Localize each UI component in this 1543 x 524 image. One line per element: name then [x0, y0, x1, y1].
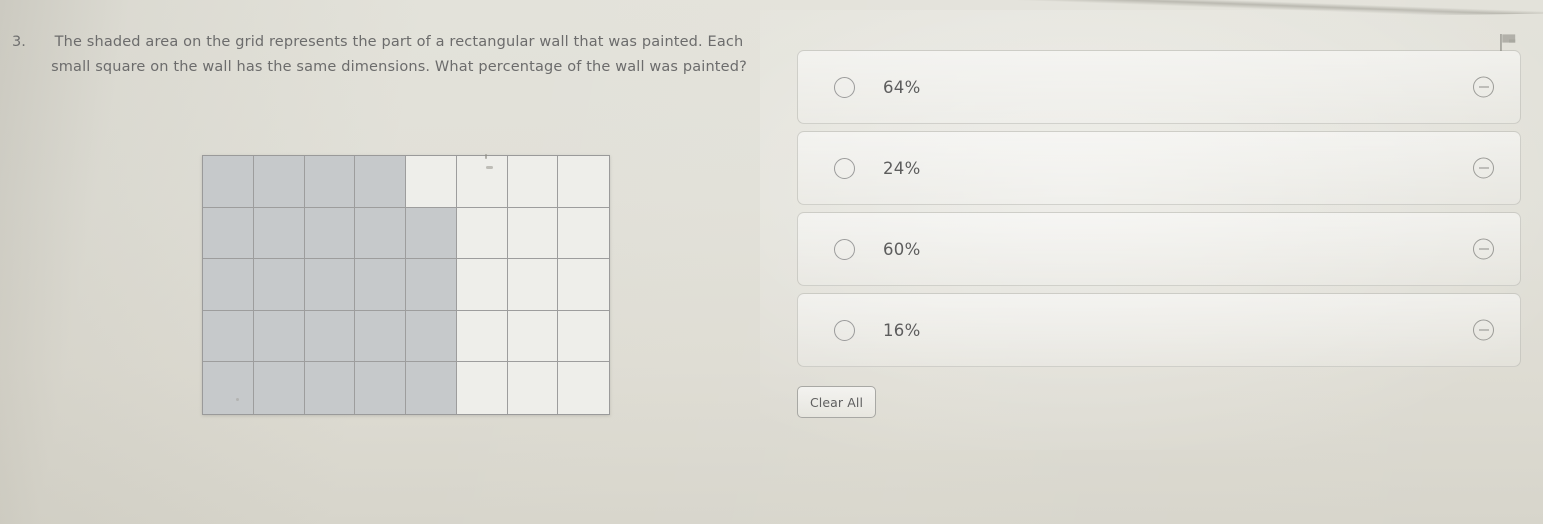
question-text: The shaded area on the grid represents t… — [51, 34, 747, 75]
radio-button-60[interactable] — [834, 238, 855, 260]
grid-cell-r2-c7 — [507, 207, 559, 260]
grid-cell-r2-c4 — [355, 207, 406, 260]
grid-cell-r1-c3 — [304, 156, 356, 208]
grid-cell-r2-c5 — [406, 207, 457, 260]
grid-cell-r4-c1 — [203, 310, 254, 363]
question-number: 3. — [12, 34, 26, 50]
grid-cell-r1-c5 — [406, 156, 457, 208]
eliminate-icon-60[interactable] — [1473, 238, 1494, 260]
grid-cell-r4-c2 — [253, 310, 305, 363]
answer-option-1[interactable]: 64% — [797, 50, 1521, 124]
answer-option-label: 60% — [883, 239, 921, 259]
minus-bar — [1478, 86, 1489, 88]
grid-cell-r3-c2 — [253, 259, 305, 311]
clear-all-button[interactable]: Clear All — [797, 386, 876, 418]
answer-options-list: 64% 24% 60% 16% — [797, 50, 1521, 374]
grid-cell-r3-c7 — [507, 259, 559, 311]
flag-icon[interactable] — [1498, 33, 1518, 52]
grid-cell-r1-c2 — [253, 156, 305, 208]
grid-cell-r2-c6 — [456, 207, 508, 260]
eliminate-icon-16[interactable] — [1473, 319, 1494, 341]
answer-option-label: 64% — [883, 77, 921, 97]
grid-cell-r3-c3 — [304, 259, 356, 311]
grid-cell-r5-c7 — [507, 362, 559, 414]
eliminate-icon-64[interactable] — [1473, 76, 1494, 98]
grid-cell-r1-c1 — [203, 156, 254, 208]
radio-button-24[interactable] — [834, 157, 855, 179]
grid-cell-r4-c7 — [507, 310, 559, 363]
answer-option-label: 16% — [883, 320, 921, 340]
answer-option-2[interactable]: 24% — [797, 131, 1521, 205]
grid-cell-r5-c6 — [456, 362, 508, 414]
grid-cell-r3-c5 — [406, 259, 457, 311]
grid-cell-r3-c4 — [355, 259, 406, 311]
grid-cell-r3-c8 — [558, 259, 609, 311]
grid-cell-r5-c5 — [406, 362, 457, 414]
minus-bar — [1478, 329, 1489, 331]
grid-cell-r2-c8 — [558, 207, 609, 260]
grid-cell-r1-c8 — [558, 156, 609, 208]
minus-bar — [1478, 248, 1489, 250]
question-block: 3. The shaded area on the grid represent… — [0, 30, 760, 80]
grid-cell-r3-c6 — [456, 259, 508, 311]
answer-option-label: 24% — [883, 158, 921, 178]
grid-cell-r4-c5 — [406, 310, 457, 363]
grid-cell-r4-c6 — [456, 310, 508, 363]
radio-button-16[interactable] — [834, 319, 855, 341]
grid-cell-r5-c4 — [355, 362, 406, 414]
grid-cell-r5-c1 — [203, 362, 254, 414]
grid-cell-r4-c4 — [355, 310, 406, 363]
grid-cell-r2-c2 — [253, 207, 305, 260]
grid-cell-r3-c1 — [203, 259, 254, 311]
radio-button-64[interactable] — [834, 76, 855, 98]
grid-cell-r4-c8 — [558, 310, 609, 363]
answer-option-3[interactable]: 60% — [797, 212, 1521, 286]
grid-cell-r2-c3 — [304, 207, 356, 260]
grid-cell-r2-c1 — [203, 207, 254, 260]
grid-cell-r4-c3 — [304, 310, 356, 363]
grid-cell-r1-c6 — [456, 156, 508, 208]
shaded-grid-figure — [202, 155, 610, 415]
grid-cell-r5-c2 — [253, 362, 305, 414]
minus-bar — [1478, 167, 1489, 169]
eliminate-icon-24[interactable] — [1473, 157, 1494, 179]
answer-option-4[interactable]: 16% — [797, 293, 1521, 367]
grid-cell-r5-c8 — [558, 362, 609, 414]
grid-cell-r5-c3 — [304, 362, 356, 414]
grid-cell-r1-c4 — [355, 156, 406, 208]
grid-cell-r1-c7 — [507, 156, 559, 208]
